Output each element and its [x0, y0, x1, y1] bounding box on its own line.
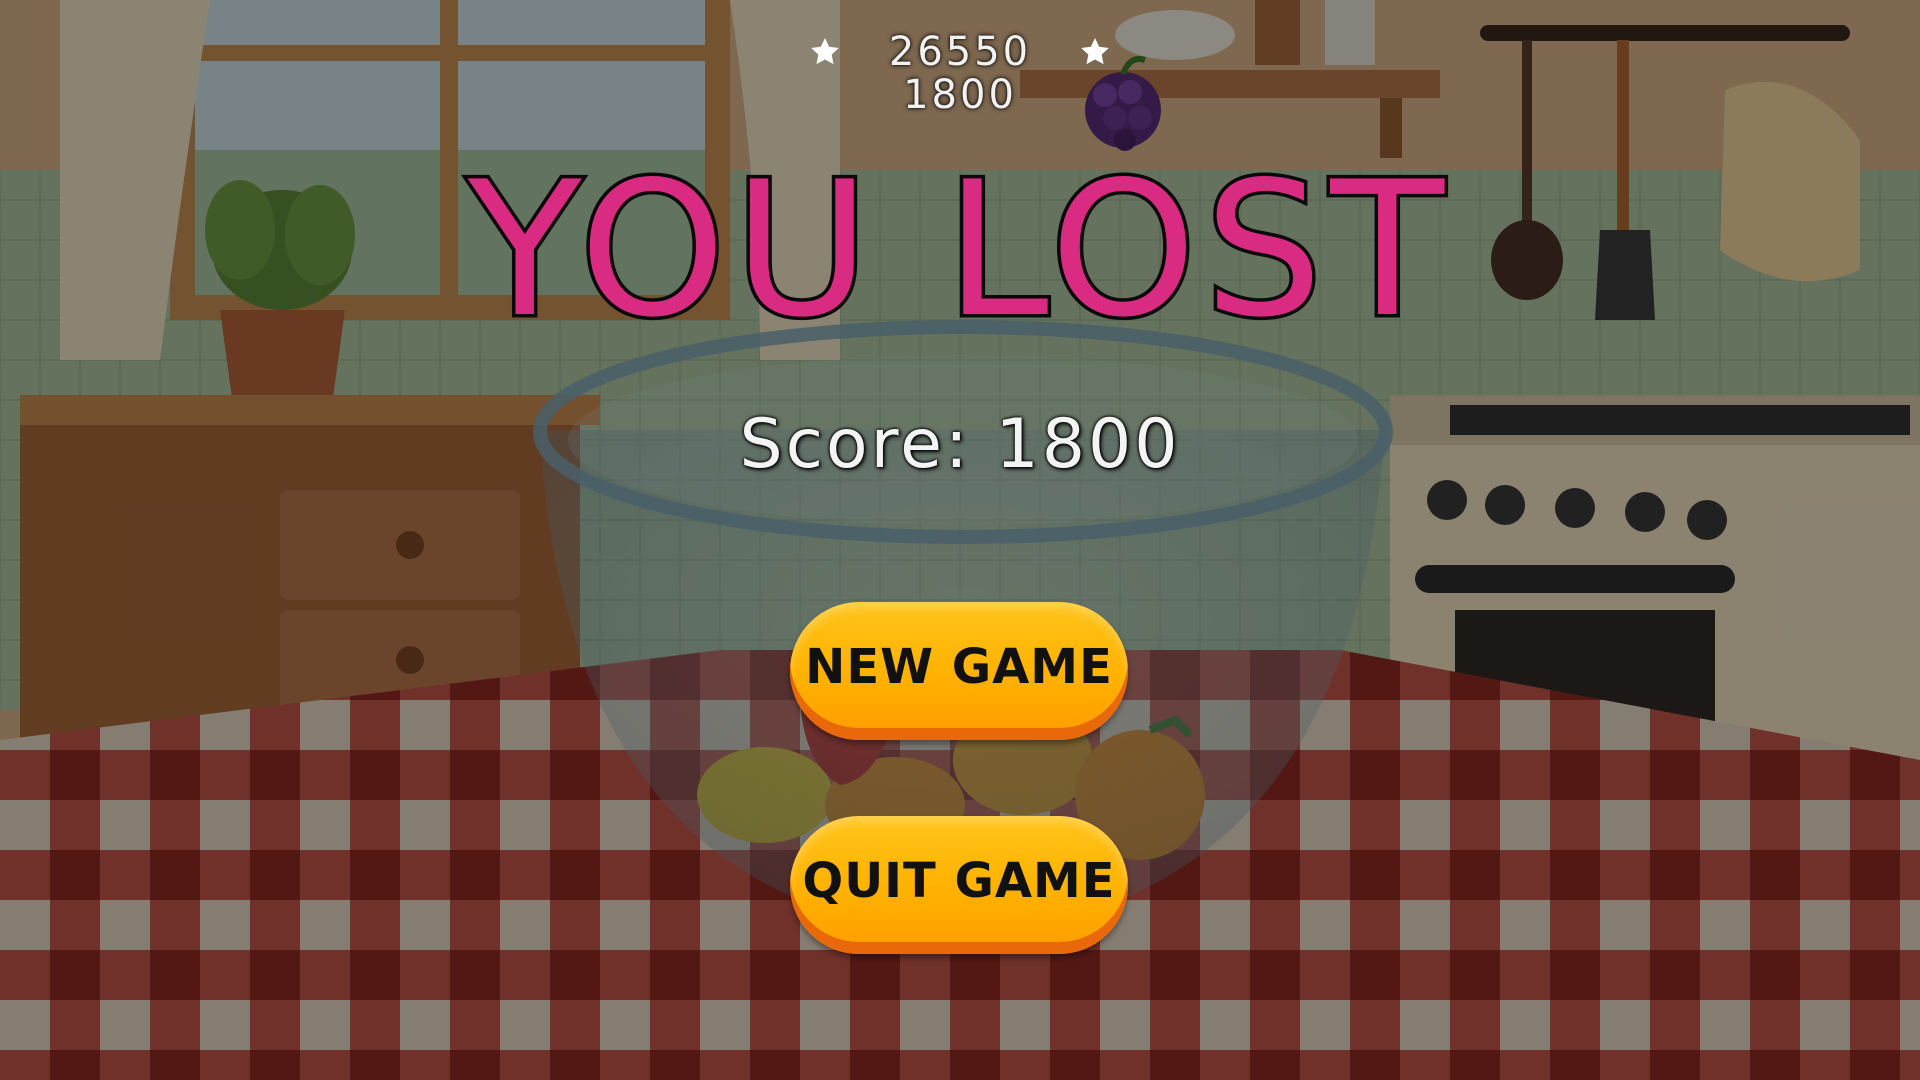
new-game-label: NEW GAME — [805, 639, 1113, 695]
star-icon — [1081, 38, 1109, 65]
best-score: 26550 — [888, 29, 1032, 75]
current-score: 1800 — [903, 72, 1017, 118]
game-over-title: YOU LOST — [464, 141, 1453, 358]
final-score: Score: 1800 — [739, 405, 1181, 484]
star-icon — [811, 38, 839, 65]
quit-game-label: QUIT GAME — [802, 853, 1116, 909]
score-hud: 26550 1800 — [0, 0, 1920, 130]
new-game-button[interactable]: NEW GAME — [790, 602, 1128, 740]
quit-game-button[interactable]: QUIT GAME — [790, 816, 1128, 954]
game-screen: 26550 1800 YOU LOST Score: 1800 NEW GAME… — [0, 0, 1920, 1080]
